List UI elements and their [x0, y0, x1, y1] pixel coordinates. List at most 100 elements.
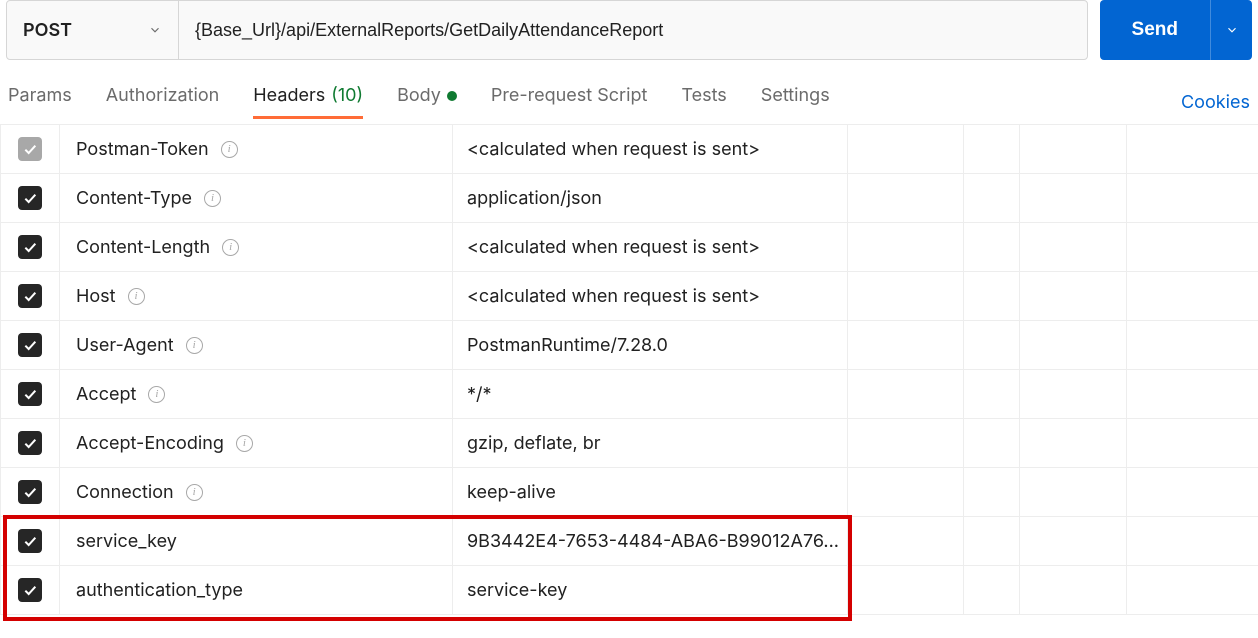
header-row: Hosti<calculated when request is sent>: [0, 272, 1258, 321]
header-row: Connectionikeep-alive: [0, 468, 1258, 517]
chevron-down-icon: [1225, 23, 1239, 37]
tab-headers[interactable]: Headers (10): [253, 85, 363, 119]
header-row: authentication_type service-key: [0, 566, 1258, 615]
header-extra-cell: [1020, 517, 1127, 565]
header-value-cell[interactable]: gzip, deflate, br: [453, 419, 848, 467]
tab-prerequest-script[interactable]: Pre-request Script: [491, 85, 648, 119]
header-value-cell[interactable]: <calculated when request is sent>: [453, 125, 848, 173]
header-value-cell[interactable]: 9B3442E4-7653-4484-ABA6-B99012A76...: [453, 517, 848, 565]
header-enable-cell: [0, 370, 60, 418]
header-value-cell[interactable]: application/json: [453, 174, 848, 222]
header-extra-cell: [848, 468, 964, 516]
method-url-group: POST: [6, 0, 1088, 60]
header-key-cell[interactable]: Content-Type i: [60, 174, 453, 222]
header-extra-cell: [1127, 321, 1258, 369]
header-key-text: authentication_type: [76, 580, 243, 601]
cookies-link[interactable]: Cookies: [1181, 92, 1250, 113]
header-extra-cell: [848, 517, 964, 565]
header-extra-cell: [1020, 468, 1127, 516]
header-enable-checkbox[interactable]: [18, 578, 42, 602]
header-extra-cell: [848, 125, 964, 173]
request-bar: POST Send: [0, 0, 1258, 60]
header-enable-checkbox[interactable]: [18, 137, 42, 161]
header-enable-checkbox[interactable]: [18, 235, 42, 259]
header-row: Content-Type i application/json: [0, 174, 1258, 223]
header-extra-cell: [848, 321, 964, 369]
header-value-cell[interactable]: service-key: [453, 566, 848, 614]
header-extra-cell: [1127, 125, 1258, 173]
header-extra-cell: [964, 272, 1020, 320]
header-enable-checkbox[interactable]: [18, 186, 42, 210]
info-icon[interactable]: i: [204, 190, 221, 207]
header-enable-cell: [0, 223, 60, 271]
header-enable-cell: [0, 566, 60, 614]
info-icon[interactable]: i: [186, 337, 203, 354]
info-icon[interactable]: i: [148, 386, 165, 403]
header-value-cell[interactable]: PostmanRuntime/7.28.0: [453, 321, 848, 369]
highlight-wrap: service_key 9B3442E4-7653-4484-ABA6-B9901…: [0, 517, 1258, 615]
request-url-input[interactable]: [179, 1, 1087, 59]
header-enable-checkbox[interactable]: [18, 382, 42, 406]
info-icon[interactable]: i: [222, 239, 239, 256]
header-extra-cell: [964, 419, 1020, 467]
header-enable-checkbox[interactable]: [18, 431, 42, 455]
header-extra-cell: [1127, 370, 1258, 418]
header-extra-cell: [848, 419, 964, 467]
header-enable-cell: [0, 419, 60, 467]
header-value-cell[interactable]: <calculated when request is sent>: [453, 223, 848, 271]
header-key-text: Content-Type: [76, 188, 192, 209]
header-extra-cell: [1127, 468, 1258, 516]
header-extra-cell: [848, 370, 964, 418]
header-key-cell[interactable]: Postman-Token i: [60, 125, 453, 173]
header-row: User-Agent i PostmanRuntime/7.28.0: [0, 321, 1258, 370]
tab-body[interactable]: Body: [397, 85, 457, 119]
header-value-cell[interactable]: <calculated when request is sent>: [453, 272, 848, 320]
header-key-cell[interactable]: Content-Lengthi: [60, 223, 453, 271]
headers-table: Postman-Token i <calculated when request i…: [0, 124, 1258, 615]
header-key-text: Postman-Token: [76, 139, 209, 160]
tab-authorization[interactable]: Authorization: [106, 85, 220, 119]
header-key-cell[interactable]: Hosti: [60, 272, 453, 320]
request-tabs: Params Authorization Headers (10) Body P…: [0, 80, 1258, 124]
header-enable-cell: [0, 468, 60, 516]
header-extra-cell: [1020, 174, 1127, 222]
header-key-text: Accept: [76, 384, 136, 405]
header-extra-cell: [848, 566, 964, 614]
send-dropdown-button[interactable]: [1210, 0, 1252, 60]
header-key-cell[interactable]: Connectioni: [60, 468, 453, 516]
header-key-cell[interactable]: User-Agent i: [60, 321, 453, 369]
header-extra-cell: [1020, 321, 1127, 369]
header-enable-cell: [0, 125, 60, 173]
header-key-cell[interactable]: Accepti: [60, 370, 453, 418]
header-extra-cell: [964, 223, 1020, 271]
header-enable-cell: [0, 517, 60, 565]
tab-params[interactable]: Params: [8, 85, 72, 119]
header-enable-checkbox[interactable]: [18, 529, 42, 553]
header-key-cell[interactable]: authentication_type: [60, 566, 453, 614]
header-enable-cell: [0, 272, 60, 320]
header-key-cell[interactable]: Accept-Encodingi: [60, 419, 453, 467]
tab-tests[interactable]: Tests: [681, 85, 726, 119]
tab-settings[interactable]: Settings: [761, 85, 830, 119]
header-extra-cell: [964, 125, 1020, 173]
info-icon[interactable]: i: [128, 288, 145, 305]
header-enable-checkbox[interactable]: [18, 480, 42, 504]
header-value-cell[interactable]: keep-alive: [453, 468, 848, 516]
send-button[interactable]: Send: [1100, 0, 1210, 60]
header-key-text: service_key: [76, 531, 177, 552]
header-extra-cell: [848, 223, 964, 271]
header-key-text: User-Agent: [76, 335, 174, 356]
header-extra-cell: [1020, 125, 1127, 173]
info-icon[interactable]: i: [186, 484, 203, 501]
header-enable-checkbox[interactable]: [18, 333, 42, 357]
header-enable-checkbox[interactable]: [18, 284, 42, 308]
header-extra-cell: [848, 272, 964, 320]
header-value-cell[interactable]: */*: [453, 370, 848, 418]
header-row: service_key 9B3442E4-7653-4484-ABA6-B9901…: [0, 517, 1258, 566]
http-method-select[interactable]: POST: [7, 1, 179, 59]
info-icon[interactable]: i: [236, 435, 253, 452]
header-key-cell[interactable]: service_key: [60, 517, 453, 565]
body-indicator-dot: [447, 91, 457, 101]
header-enable-cell: [0, 174, 60, 222]
info-icon[interactable]: i: [221, 141, 238, 158]
